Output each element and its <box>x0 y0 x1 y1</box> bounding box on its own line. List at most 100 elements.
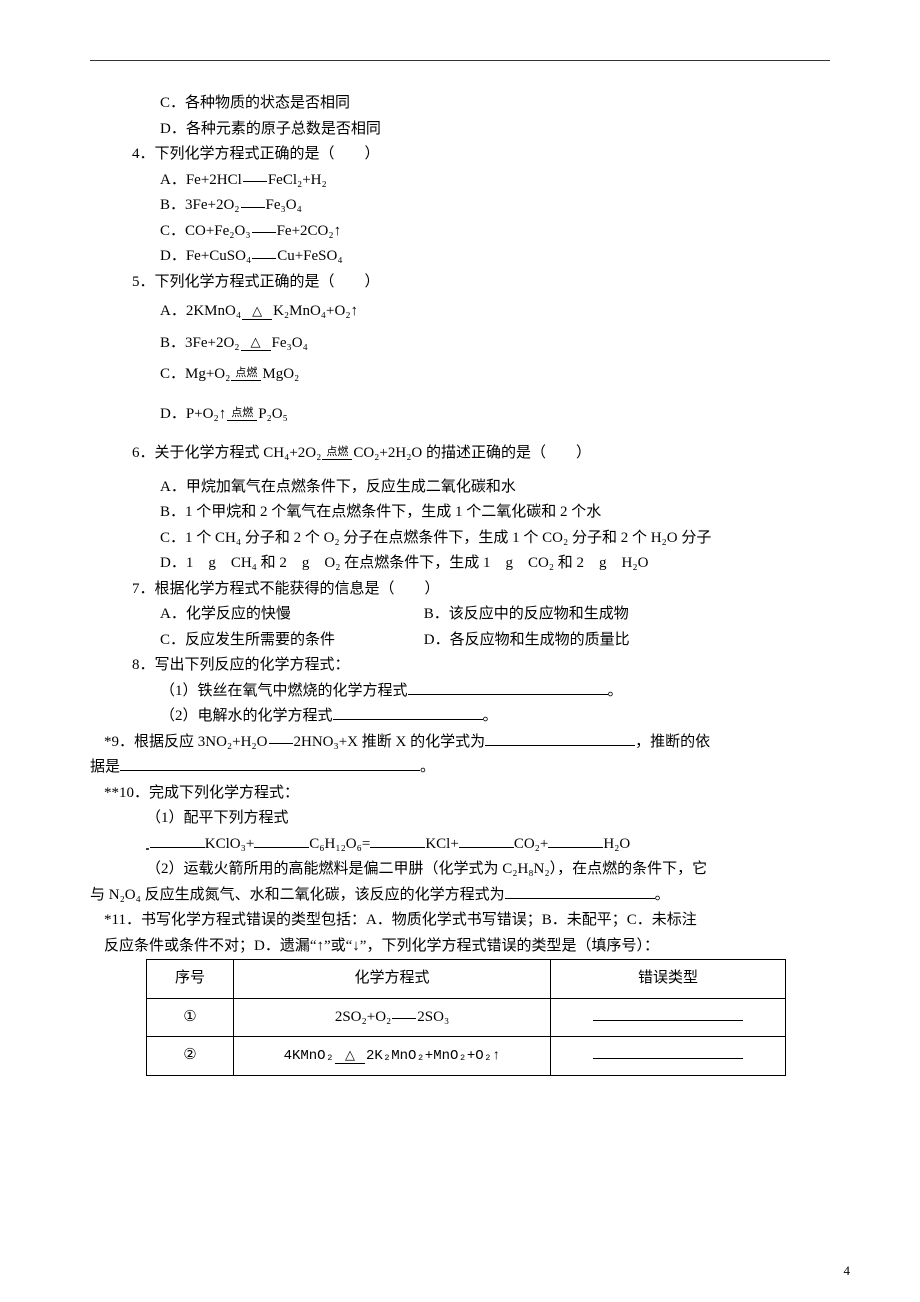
q6-option-a: A．甲烷加氧气在点燃条件下，反应生成二氧化碳和水 <box>90 475 830 501</box>
fill-blank[interactable] <box>150 832 205 848</box>
q4c-post: Fe+2CO₂↑ <box>277 223 342 239</box>
q8p1-end: 。 <box>608 683 623 699</box>
q8-part1: （1）铁丝在氧气中燃烧的化学方程式 。 <box>90 679 830 705</box>
q4d-post: Cu+FeSO₄ <box>277 248 342 264</box>
fill-blank[interactable] <box>408 679 608 695</box>
q5a-pre: A．2KMnO₄ <box>160 303 241 319</box>
heat-arrow-icon: △ <box>241 335 271 351</box>
r1-post: 2SO₃ <box>417 1009 449 1025</box>
q10-p2b: 与 N₂O₄ 反应生成氮气、水和二氧化碳，该反应的化学方程式为 <box>90 887 505 903</box>
q4-stem: 4．下列化学方程式正确的是（ ） <box>90 142 830 168</box>
q3-option-d: D．各种元素的原子总数是否相同 <box>90 117 830 143</box>
q8p1-text: （1）铁丝在氧气中燃烧的化学方程式 <box>160 683 408 699</box>
error-table: 序号 化学方程式 错误类型 ① 2SO₂+O₂ 2SO₃ ② 4KMnO₂ △ 2K₂… <box>146 959 786 1076</box>
ignite-arrow-icon: 点燃 <box>227 408 257 421</box>
q4-option-c: C．CO+Fe₂O₃ Fe+2CO₂↑ <box>90 219 830 245</box>
q7-option-d: D．各反应物和生成物的质量比 <box>424 632 630 648</box>
q5-option-d: D．P+O₂↑点燃P₂O₅ <box>90 402 830 428</box>
fill-blank[interactable] <box>459 832 514 848</box>
row1-eq: 2SO₂+O₂ 2SO₃ <box>234 998 551 1037</box>
q7-option-c: C．反应发生所需要的条件 <box>160 628 420 654</box>
fill-blank[interactable] <box>370 832 425 848</box>
q4d-pre: D．Fe+CuSO₄ <box>160 248 251 264</box>
fill-blank[interactable] <box>593 1043 743 1059</box>
row1-num: ① <box>147 998 234 1037</box>
r1-pre: 2SO₂+O₂ <box>335 1009 391 1025</box>
q10-p1: （1）配平下列方程式 <box>90 806 830 832</box>
q5-option-c: C．Mg+O₂点燃MgO₂ <box>90 362 830 388</box>
cond-label: 点燃 <box>322 447 352 460</box>
table-row: ① 2SO₂+O₂ 2SO₃ <box>147 998 786 1037</box>
q7-option-a: A．化学反应的快慢 <box>160 602 420 628</box>
fill-blank[interactable] <box>333 704 483 720</box>
eq-line-icon <box>392 1015 416 1019</box>
q5b-pre: B．3Fe+2O₂ <box>160 335 240 351</box>
fill-blank[interactable] <box>593 1005 743 1021</box>
q4a-pre: A．Fe+2HCl <box>160 172 242 188</box>
q5-stem: 5．下列化学方程式正确的是（ ） <box>90 270 830 296</box>
page-number: 4 <box>844 1260 851 1282</box>
triangle-icon: △ <box>251 335 261 348</box>
eq-line-icon <box>252 255 276 259</box>
q9-l2pre: 据是 <box>90 759 120 775</box>
q9-l2end: 。 <box>420 759 435 775</box>
q5b-post: Fe₃O₄ <box>272 335 308 351</box>
q4-option-a: A．Fe+2HCl FeCl₂+H₂ <box>90 168 830 194</box>
q6-stem-post: CO₂+2H₂O 的描述正确的是（ ） <box>353 445 591 461</box>
row2-num: ② <box>147 1037 234 1076</box>
q9-line1: *9．根据反应 3NO₂+H₂O2HNO₃+X 推断 X 的化学式为，推断的依 <box>90 730 830 756</box>
q5-option-a: A．2KMnO₄ △ K₂MnO₄+O₂↑ <box>90 299 830 325</box>
q8-part2: （2）电解水的化学方程式 。 <box>90 704 830 730</box>
th-eq: 化学方程式 <box>234 960 551 999</box>
q9-mid: ，推断的依 <box>635 734 710 750</box>
fill-blank[interactable] <box>548 832 603 848</box>
q7-stem: 7．根据化学方程式不能获得的信息是（ ） <box>90 577 830 603</box>
q4b-post: Fe₃O₄ <box>266 197 302 213</box>
q5a-post: K₂MnO₄+O₂↑ <box>273 303 358 319</box>
q5-option-b: B．3Fe+2O₂ △ Fe₃O₄ <box>90 331 830 357</box>
q10-eqa: KClO₃+ <box>205 836 255 852</box>
row1-ans[interactable] <box>551 998 786 1037</box>
q10-eqe: H₂O <box>603 836 630 852</box>
table-row: ② 4KMnO₂ △ 2K₂MnO₂+MnO₂+O₂↑ <box>147 1037 786 1076</box>
q4c-pre: C．CO+Fe₂O₃ <box>160 223 251 239</box>
q4a-post: FeCl₂+H₂ <box>268 172 327 188</box>
q8p2-text: （2）电解水的化学方程式 <box>160 708 333 724</box>
q6-stem: 6．关于化学方程式 CH₄+2O₂点燃CO₂+2H₂O 的描述正确的是（ ） <box>90 441 830 467</box>
q4b-pre: B．3Fe+2O₂ <box>160 197 240 213</box>
q6-option-c: C．1 个 CH₄ 分子和 2 个 O₂ 分子在点燃条件下，生成 1 个 CO₂… <box>90 526 830 552</box>
heat-arrow-icon: △ <box>335 1048 365 1064</box>
q10-p2a: （2）运载火箭所用的高能燃料是偏二甲肼（化学式为 C₂H₈N₂），在点燃的条件下… <box>90 857 830 883</box>
r2-pre: 4KMnO₂ <box>284 1048 334 1064</box>
q7-option-b: B．该反应中的反应物和生成物 <box>424 606 629 622</box>
q5d-pre: D．P+O₂↑ <box>160 406 226 422</box>
q4-option-b: B．3Fe+2O₂ Fe₃O₄ <box>90 193 830 219</box>
q5c-pre: C．Mg+O₂ <box>160 366 230 382</box>
table-header-row: 序号 化学方程式 错误类型 <box>147 960 786 999</box>
q10-eqd: CO₂+ <box>514 836 549 852</box>
q8p2-end: 。 <box>483 708 498 724</box>
th-seq: 序号 <box>147 960 234 999</box>
th-err: 错误类型 <box>551 960 786 999</box>
triangle-icon: △ <box>252 304 262 317</box>
fill-blank[interactable] <box>120 755 420 771</box>
q9-pre: *9．根据反应 3NO₂+H₂O <box>104 734 268 750</box>
q3-option-c: C．各种物质的状态是否相同 <box>90 91 830 117</box>
fill-blank[interactable] <box>254 832 309 848</box>
r2-post: 2K₂MnO₂+MnO₂+O₂↑ <box>366 1048 500 1064</box>
cond-label: 点燃 <box>231 368 261 381</box>
fill-blank[interactable] <box>485 730 635 746</box>
q10-p2b-end: 。 <box>655 887 670 903</box>
row2-ans[interactable] <box>551 1037 786 1076</box>
triangle-icon: △ <box>345 1048 355 1061</box>
heat-arrow-icon: △ <box>242 304 272 320</box>
ignite-arrow-icon: 点燃 <box>231 368 261 381</box>
eq-line-icon <box>243 178 267 182</box>
cond-label: 点燃 <box>227 408 257 421</box>
q8-stem: 8．写出下列反应的化学方程式： <box>90 653 830 679</box>
q10-stem: **10．完成下列化学方程式： <box>90 781 830 807</box>
fill-blank[interactable] <box>505 883 655 899</box>
eq-line-icon <box>252 229 276 233</box>
q6-option-b: B．1 个甲烷和 2 个氧气在点燃条件下，生成 1 个二氧化碳和 2 个水 <box>90 500 830 526</box>
q11-l1: *11．书写化学方程式错误的类型包括：A．物质化学式书写错误；B．未配平；C．未… <box>90 908 830 934</box>
